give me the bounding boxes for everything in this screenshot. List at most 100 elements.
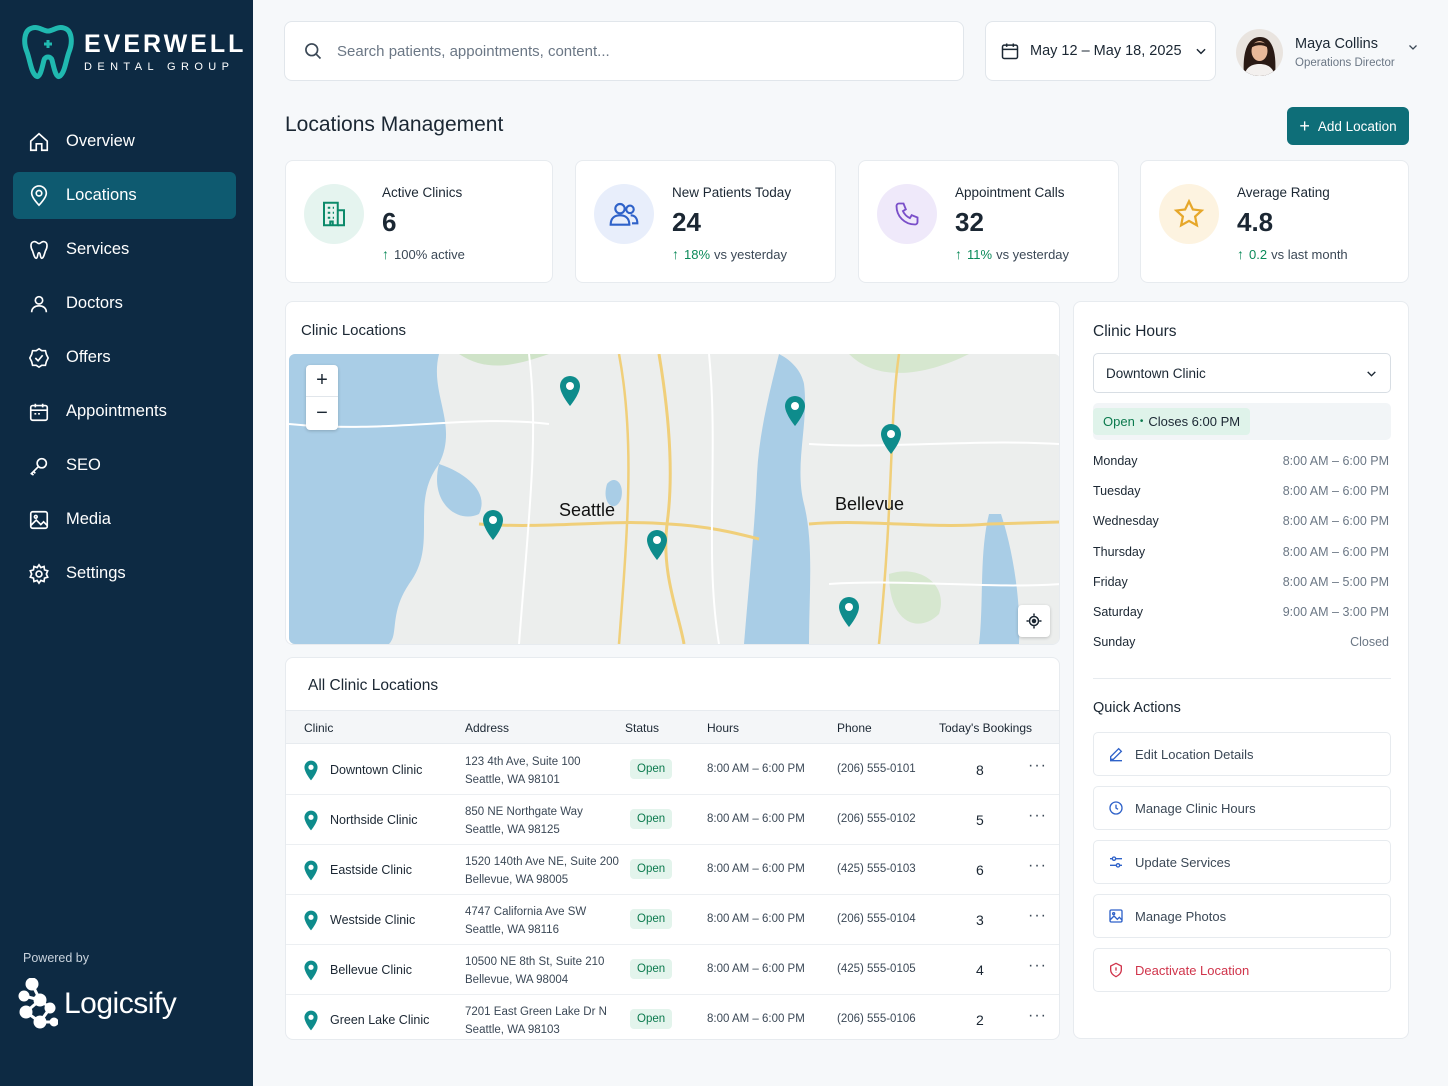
clinic-select[interactable]: Downtown Clinic bbox=[1093, 353, 1391, 393]
sidebar-item-locations[interactable]: Locations bbox=[13, 172, 236, 219]
table-row[interactable]: Green Lake Clinic 7201 East Green Lake Dr… bbox=[286, 995, 1059, 1039]
clinic-name[interactable]: Westside Clinic bbox=[330, 913, 415, 927]
stat-change-text: 100% active bbox=[394, 246, 465, 262]
clinic-map[interactable]: + − Seattle Bellevue bbox=[289, 354, 1059, 644]
table-row[interactable]: Bellevue Clinic 10500 NE 8th St, Suite 21… bbox=[286, 945, 1059, 995]
quick-actions-title: Quick Actions bbox=[1093, 700, 1181, 716]
update-services-button[interactable]: Update Services bbox=[1093, 840, 1391, 884]
sidebar-item-services[interactable]: Services bbox=[13, 226, 236, 273]
edit-location-details-button[interactable]: Edit Location Details bbox=[1093, 732, 1391, 776]
sidebar-item-label: Overview bbox=[66, 132, 135, 150]
clinic-name[interactable]: Downtown Clinic bbox=[330, 763, 422, 777]
deactivate-location-button[interactable]: Deactivate Location bbox=[1093, 948, 1391, 992]
quick-action-label: Update Services bbox=[1135, 854, 1231, 870]
clock-icon bbox=[1107, 799, 1125, 817]
map-pin-icon bbox=[27, 184, 51, 208]
stat-change-text: vs last month bbox=[1271, 246, 1348, 262]
arrow-up-icon: ↑ bbox=[382, 246, 389, 262]
map-pin-icon bbox=[303, 860, 319, 884]
map-pin-marker[interactable] bbox=[558, 375, 582, 407]
brand-logo[interactable]: EVERWELL DENTAL GROUP bbox=[22, 24, 246, 80]
user-menu[interactable]: Maya Collins Operations Director bbox=[1236, 26, 1426, 78]
more-options-button[interactable]: ··· bbox=[1028, 907, 1047, 925]
clinic-name[interactable]: Eastside Clinic bbox=[330, 863, 412, 877]
map-pin-marker[interactable] bbox=[837, 596, 861, 628]
sidebar-item-appointments[interactable]: Appointments bbox=[13, 388, 236, 435]
sidebar-item-doctors[interactable]: Doctors bbox=[13, 280, 236, 327]
more-options-button[interactable]: ··· bbox=[1028, 757, 1047, 775]
sidebar-item-overview[interactable]: Overview bbox=[13, 118, 236, 165]
more-options-button[interactable]: ··· bbox=[1028, 957, 1047, 975]
stat-label: Average Rating bbox=[1237, 185, 1330, 200]
clinic-phone: (206) 555-0104 bbox=[837, 913, 916, 925]
status-badge: Open bbox=[630, 909, 673, 929]
map-base bbox=[289, 354, 1059, 644]
day-hours: 9:00 AM – 3:00 PM bbox=[1282, 604, 1389, 619]
more-options-button[interactable]: ··· bbox=[1028, 1007, 1047, 1025]
map-pin-icon bbox=[303, 960, 319, 984]
manage-photos-button[interactable]: Manage Photos bbox=[1093, 894, 1391, 938]
column-header: Phone bbox=[837, 721, 872, 735]
map-pin-icon bbox=[303, 760, 319, 784]
stat-change-text: vs yesterday bbox=[714, 246, 788, 262]
clinic-hours: 8:00 AM – 6:00 PM bbox=[707, 1013, 805, 1025]
manage-clinic-hours-button[interactable]: Manage Clinic Hours bbox=[1093, 786, 1391, 830]
sidebar-item-seo[interactable]: SEO bbox=[13, 442, 236, 489]
more-options-button[interactable]: ··· bbox=[1028, 857, 1047, 875]
map-pin-marker[interactable] bbox=[645, 529, 669, 561]
sidebar-item-settings[interactable]: Settings bbox=[13, 550, 236, 597]
table-row[interactable]: Downtown Clinic 123 4th Ave, Suite 100 Sea… bbox=[286, 745, 1059, 795]
add-location-button[interactable]: + Add Location bbox=[1287, 107, 1409, 145]
clinic-name[interactable]: Green Lake Clinic bbox=[330, 1013, 429, 1027]
zoom-out-button[interactable]: − bbox=[306, 397, 338, 429]
day-label: Thursday bbox=[1093, 544, 1146, 559]
clinic-hours: 8:00 AM – 6:00 PM bbox=[707, 813, 805, 825]
sidebar-item-label: Appointments bbox=[66, 402, 167, 420]
more-options-button[interactable]: ··· bbox=[1028, 807, 1047, 825]
search-bar[interactable] bbox=[284, 21, 964, 81]
clinic-name[interactable]: Bellevue Clinic bbox=[330, 963, 412, 977]
table-row[interactable]: Eastside Clinic 1520 140th Ave NE, Suite … bbox=[286, 845, 1059, 895]
sidebar-item-label: SEO bbox=[66, 456, 101, 474]
clinic-name[interactable]: Northside Clinic bbox=[330, 813, 418, 827]
clinic-hours: 8:00 AM – 6:00 PM bbox=[707, 763, 805, 775]
table-row[interactable]: Northside Clinic 850 NE Northgate Way Seat… bbox=[286, 795, 1059, 845]
search-input[interactable] bbox=[337, 42, 897, 60]
card-title: Clinic Hours bbox=[1093, 323, 1177, 340]
date-range-picker[interactable]: May 12 – May 18, 2025 bbox=[985, 21, 1216, 81]
pencil-icon bbox=[1107, 745, 1125, 763]
map-pin-marker[interactable] bbox=[783, 395, 807, 427]
address-line-2: Seattle, WA 98116 bbox=[465, 924, 559, 936]
table-row[interactable]: Westside Clinic 4747 California Ave SW Sea… bbox=[286, 895, 1059, 945]
quick-action-label: Manage Photos bbox=[1135, 908, 1227, 924]
address-line-1: 7201 East Green Lake Dr N bbox=[465, 1006, 607, 1018]
stat-value: 32 bbox=[955, 207, 984, 237]
stat-change-pct: 0.2 bbox=[1249, 246, 1268, 262]
address-line-2: Seattle, WA 98125 bbox=[465, 824, 560, 836]
plus-icon: + bbox=[1299, 116, 1310, 136]
locate-me-button[interactable] bbox=[1018, 605, 1050, 637]
avatar bbox=[1236, 28, 1283, 76]
sidebar-item-media[interactable]: Media bbox=[13, 496, 236, 543]
partner-logo[interactable]: Logicsify bbox=[18, 978, 177, 1030]
todays-bookings: 5 bbox=[976, 812, 984, 828]
sidebar-item-offers[interactable]: Offers bbox=[13, 334, 236, 381]
todays-bookings: 3 bbox=[976, 912, 984, 928]
todays-bookings: 8 bbox=[976, 762, 984, 778]
all-clinic-locations-card: All Clinic Locations Clinic Address Stat… bbox=[285, 657, 1060, 1040]
column-header: Hours bbox=[707, 721, 740, 735]
map-pin-marker[interactable] bbox=[481, 509, 505, 541]
clinic-address: 10500 NE 8th St, Suite 210 Bellevue, WA 9… bbox=[465, 953, 604, 989]
zoom-in-button[interactable]: + bbox=[306, 365, 338, 397]
clinic-address: 1520 140th Ave NE, Suite 200 Bellevue, WA… bbox=[465, 853, 619, 889]
phone-icon bbox=[877, 184, 937, 244]
clinic-hours: 8:00 AM – 6:00 PM bbox=[707, 863, 805, 875]
building-icon bbox=[304, 184, 364, 244]
map-pin-marker[interactable] bbox=[879, 423, 903, 455]
sidebar-item-label: Settings bbox=[66, 564, 126, 582]
star-icon bbox=[1159, 184, 1219, 244]
sidebar: EVERWELL DENTAL GROUP Overview Locations… bbox=[0, 0, 253, 1086]
stat-change: ↑ 100% active bbox=[382, 246, 465, 262]
hours-row: Sunday Closed bbox=[1093, 635, 1389, 665]
stat-change: ↑ 18% vs yesterday bbox=[672, 246, 787, 262]
